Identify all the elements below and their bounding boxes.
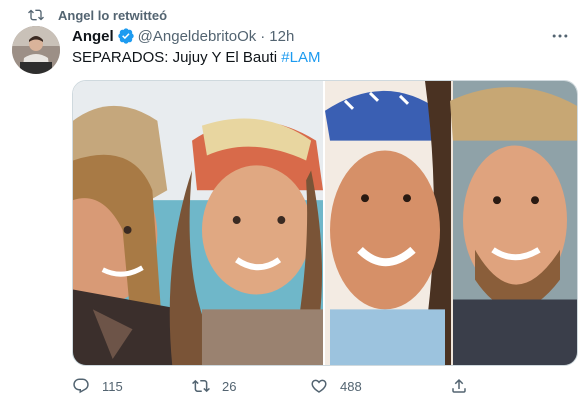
retweet-count: 26 — [222, 378, 237, 394]
tweet-text: SEPARADOS: Jujuy Y El Bauti #LAM — [72, 48, 320, 68]
tweet-media[interactable] — [72, 80, 578, 366]
avatar-image — [12, 26, 60, 74]
verified-badge-icon — [117, 28, 134, 44]
split-portraits-photo — [325, 81, 577, 365]
retweet-banner-text[interactable]: Angel lo retwitteó — [58, 8, 167, 23]
like-button[interactable]: 488 — [310, 377, 450, 395]
header-separator: · — [260, 27, 266, 45]
author-handle[interactable]: @AngeldebritoOk — [138, 28, 257, 45]
reply-button[interactable]: 115 — [72, 377, 192, 395]
avatar[interactable] — [12, 26, 60, 74]
reply-icon — [73, 378, 89, 394]
reply-count: 115 — [102, 378, 123, 394]
share-button[interactable] — [450, 377, 490, 395]
tweet-body: SEPARADOS: Jujuy Y El Bauti — [72, 49, 282, 66]
like-count: 488 — [340, 378, 362, 394]
retweet-button[interactable]: 26 — [192, 377, 310, 395]
more-options-icon[interactable] — [550, 26, 570, 46]
tweet-timestamp[interactable]: 12h — [269, 28, 294, 45]
media-photo-1[interactable] — [73, 81, 325, 365]
hashtag-link[interactable]: #LAM — [281, 49, 320, 66]
share-icon — [452, 378, 466, 393]
couple-photo — [73, 81, 323, 365]
retweet-icon — [28, 9, 44, 21]
retweet-icon — [192, 379, 210, 393]
heart-icon — [311, 379, 327, 393]
tweet-header: Angel @AngeldebritoOk · 12h — [72, 26, 294, 46]
media-photo-2[interactable] — [325, 81, 577, 365]
tweet-actions: 115 26 488 — [72, 374, 502, 398]
author-name[interactable]: Angel — [72, 28, 114, 45]
retweet-banner[interactable]: Angel lo retwitteó — [28, 6, 167, 24]
